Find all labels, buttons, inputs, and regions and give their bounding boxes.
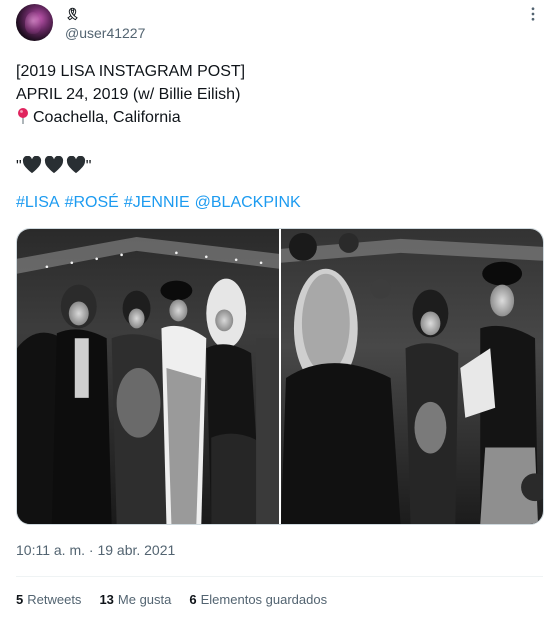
- tweet: 🎗 @user41227 [2019 LISA INSTAGRAM POST] …: [0, 0, 559, 620]
- likes-label: Me gusta: [117, 592, 172, 607]
- hashtag-jennie[interactable]: #JENNIE: [124, 194, 190, 212]
- user-handle[interactable]: @user41227: [65, 25, 145, 41]
- retweets-label: Retweets: [27, 592, 82, 607]
- round-pushpin-icon: [16, 107, 30, 132]
- likes-count: 13: [99, 592, 114, 607]
- retweets-count: 5: [16, 592, 24, 607]
- photo-2[interactable]: [281, 229, 543, 524]
- display-name-text: 🎗: [65, 7, 81, 21]
- retweets-stat[interactable]: 5 Retweets: [16, 592, 81, 607]
- more-horizontal-icon: [531, 7, 535, 21]
- bookmarks-label: Elementos guardados: [200, 592, 328, 607]
- hashtag-rose[interactable]: #ROSÉ: [65, 194, 119, 212]
- divider: [16, 576, 543, 577]
- tweet-line-1: [2019 LISA INSTAGRAM POST]: [16, 63, 246, 80]
- black-heart-icon: [22, 156, 86, 174]
- hashtag-lisa[interactable]: #LISA: [16, 194, 60, 212]
- tweet-line-2: APRIL 24, 2019 (w/ Billie Eilish): [16, 86, 241, 103]
- avatar[interactable]: [16, 4, 53, 41]
- mention-blackpink[interactable]: @BLACKPINK: [195, 194, 301, 212]
- location-text: Coachella, California: [33, 109, 181, 126]
- photo-1[interactable]: [17, 229, 279, 524]
- display-name[interactable]: 🎗: [65, 6, 80, 22]
- quote-close: ": [85, 158, 92, 175]
- hashtags: #LISA #ROSÉ #JENNIE @BLACKPINK: [16, 194, 301, 212]
- likes-stat[interactable]: 13 Me gusta: [99, 592, 171, 607]
- tweet-line-hearts: " ": [16, 155, 536, 178]
- media-grid: [16, 228, 544, 525]
- tweet-text: [2019 LISA INSTAGRAM POST] APRIL 24, 201…: [16, 60, 536, 178]
- more-options-button[interactable]: [521, 4, 545, 24]
- engagement-stats: 5 Retweets 13 Me gusta 6 Elementos guardado…: [16, 592, 327, 607]
- bookmarks-count: 6: [189, 592, 197, 607]
- bookmarks-stat[interactable]: 6 Elementos guardados: [189, 592, 327, 607]
- tweet-line-3: Coachella, California: [16, 106, 536, 132]
- tweet-timestamp[interactable]: 10:11 a. m. · 19 abr. 2021: [16, 542, 175, 558]
